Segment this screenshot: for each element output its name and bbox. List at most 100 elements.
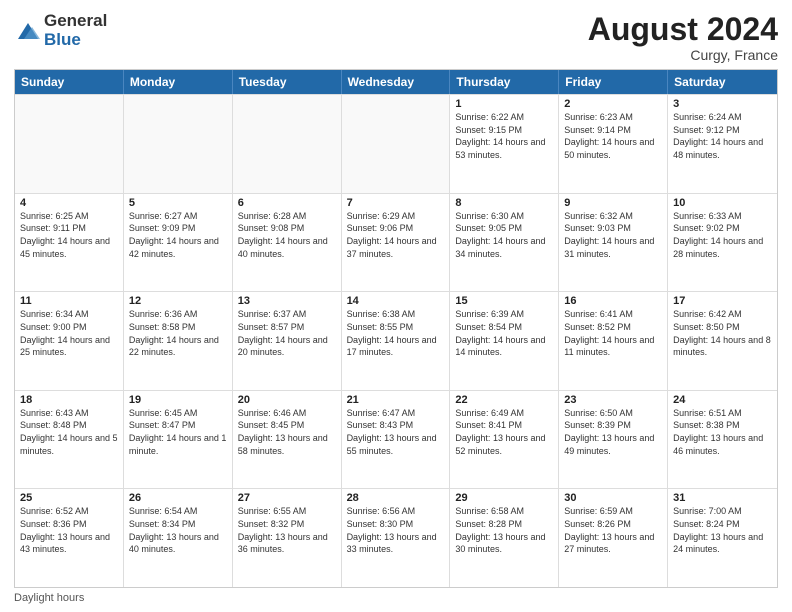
table-row: 20Sunrise: 6:46 AM Sunset: 8:45 PM Dayli… — [233, 391, 342, 489]
table-row: 29Sunrise: 6:58 AM Sunset: 8:28 PM Dayli… — [450, 489, 559, 587]
day-number: 20 — [238, 394, 336, 406]
table-row: 9Sunrise: 6:32 AM Sunset: 9:03 PM Daylig… — [559, 194, 668, 292]
table-row: 30Sunrise: 6:59 AM Sunset: 8:26 PM Dayli… — [559, 489, 668, 587]
day-number: 2 — [564, 98, 662, 110]
day-number: 6 — [238, 197, 336, 209]
page: General Blue August 2024 Curgy, France S… — [0, 0, 792, 612]
table-row: 28Sunrise: 6:56 AM Sunset: 8:30 PM Dayli… — [342, 489, 451, 587]
day-number: 13 — [238, 295, 336, 307]
header-saturday: Saturday — [668, 70, 777, 94]
day-info: Sunrise: 6:52 AM Sunset: 8:36 PM Dayligh… — [20, 505, 118, 555]
logo-icon — [14, 17, 42, 45]
calendar-week-5: 25Sunrise: 6:52 AM Sunset: 8:36 PM Dayli… — [15, 488, 777, 587]
day-number: 25 — [20, 492, 118, 504]
day-info: Sunrise: 6:30 AM Sunset: 9:05 PM Dayligh… — [455, 210, 553, 260]
day-info: Sunrise: 6:33 AM Sunset: 9:02 PM Dayligh… — [673, 210, 772, 260]
day-number: 27 — [238, 492, 336, 504]
day-info: Sunrise: 6:24 AM Sunset: 9:12 PM Dayligh… — [673, 111, 772, 161]
day-number: 3 — [673, 98, 772, 110]
logo-blue-text: Blue — [44, 31, 107, 50]
day-info: Sunrise: 6:27 AM Sunset: 9:09 PM Dayligh… — [129, 210, 227, 260]
day-number: 8 — [455, 197, 553, 209]
day-number: 21 — [347, 394, 445, 406]
day-number: 18 — [20, 394, 118, 406]
day-number: 16 — [564, 295, 662, 307]
table-row: 5Sunrise: 6:27 AM Sunset: 9:09 PM Daylig… — [124, 194, 233, 292]
table-row: 12Sunrise: 6:36 AM Sunset: 8:58 PM Dayli… — [124, 292, 233, 390]
day-number: 1 — [455, 98, 553, 110]
table-row: 3Sunrise: 6:24 AM Sunset: 9:12 PM Daylig… — [668, 95, 777, 193]
table-row: 21Sunrise: 6:47 AM Sunset: 8:43 PM Dayli… — [342, 391, 451, 489]
table-row: 27Sunrise: 6:55 AM Sunset: 8:32 PM Dayli… — [233, 489, 342, 587]
table-row: 16Sunrise: 6:41 AM Sunset: 8:52 PM Dayli… — [559, 292, 668, 390]
header-tuesday: Tuesday — [233, 70, 342, 94]
header-sunday: Sunday — [15, 70, 124, 94]
day-info: Sunrise: 6:49 AM Sunset: 8:41 PM Dayligh… — [455, 407, 553, 457]
table-row: 19Sunrise: 6:45 AM Sunset: 8:47 PM Dayli… — [124, 391, 233, 489]
day-info: Sunrise: 6:50 AM Sunset: 8:39 PM Dayligh… — [564, 407, 662, 457]
table-row: 8Sunrise: 6:30 AM Sunset: 9:05 PM Daylig… — [450, 194, 559, 292]
table-row — [15, 95, 124, 193]
calendar-week-3: 11Sunrise: 6:34 AM Sunset: 9:00 PM Dayli… — [15, 291, 777, 390]
day-number: 14 — [347, 295, 445, 307]
day-info: Sunrise: 6:54 AM Sunset: 8:34 PM Dayligh… — [129, 505, 227, 555]
day-number: 10 — [673, 197, 772, 209]
day-number: 4 — [20, 197, 118, 209]
day-info: Sunrise: 6:42 AM Sunset: 8:50 PM Dayligh… — [673, 308, 772, 358]
table-row: 23Sunrise: 6:50 AM Sunset: 8:39 PM Dayli… — [559, 391, 668, 489]
table-row: 4Sunrise: 6:25 AM Sunset: 9:11 PM Daylig… — [15, 194, 124, 292]
table-row — [124, 95, 233, 193]
day-info: Sunrise: 6:28 AM Sunset: 9:08 PM Dayligh… — [238, 210, 336, 260]
table-row: 1Sunrise: 6:22 AM Sunset: 9:15 PM Daylig… — [450, 95, 559, 193]
table-row: 10Sunrise: 6:33 AM Sunset: 9:02 PM Dayli… — [668, 194, 777, 292]
header-monday: Monday — [124, 70, 233, 94]
day-info: Sunrise: 6:47 AM Sunset: 8:43 PM Dayligh… — [347, 407, 445, 457]
table-row: 13Sunrise: 6:37 AM Sunset: 8:57 PM Dayli… — [233, 292, 342, 390]
day-info: Sunrise: 6:59 AM Sunset: 8:26 PM Dayligh… — [564, 505, 662, 555]
day-info: Sunrise: 6:34 AM Sunset: 9:00 PM Dayligh… — [20, 308, 118, 358]
table-row: 22Sunrise: 6:49 AM Sunset: 8:41 PM Dayli… — [450, 391, 559, 489]
header-friday: Friday — [559, 70, 668, 94]
day-number: 26 — [129, 492, 227, 504]
day-info: Sunrise: 6:23 AM Sunset: 9:14 PM Dayligh… — [564, 111, 662, 161]
table-row: 18Sunrise: 6:43 AM Sunset: 8:48 PM Dayli… — [15, 391, 124, 489]
day-info: Sunrise: 6:37 AM Sunset: 8:57 PM Dayligh… — [238, 308, 336, 358]
table-row: 6Sunrise: 6:28 AM Sunset: 9:08 PM Daylig… — [233, 194, 342, 292]
day-number: 31 — [673, 492, 772, 504]
day-info: Sunrise: 6:25 AM Sunset: 9:11 PM Dayligh… — [20, 210, 118, 260]
title-section: August 2024 Curgy, France — [588, 12, 778, 63]
calendar-week-2: 4Sunrise: 6:25 AM Sunset: 9:11 PM Daylig… — [15, 193, 777, 292]
table-row: 31Sunrise: 7:00 AM Sunset: 8:24 PM Dayli… — [668, 489, 777, 587]
day-number: 5 — [129, 197, 227, 209]
table-row: 26Sunrise: 6:54 AM Sunset: 8:34 PM Dayli… — [124, 489, 233, 587]
day-info: Sunrise: 6:41 AM Sunset: 8:52 PM Dayligh… — [564, 308, 662, 358]
day-number: 19 — [129, 394, 227, 406]
day-number: 15 — [455, 295, 553, 307]
day-number: 9 — [564, 197, 662, 209]
day-info: Sunrise: 6:39 AM Sunset: 8:54 PM Dayligh… — [455, 308, 553, 358]
day-info: Sunrise: 6:51 AM Sunset: 8:38 PM Dayligh… — [673, 407, 772, 457]
table-row: 17Sunrise: 6:42 AM Sunset: 8:50 PM Dayli… — [668, 292, 777, 390]
location: Curgy, France — [588, 47, 778, 63]
header-thursday: Thursday — [450, 70, 559, 94]
logo: General Blue — [14, 12, 107, 49]
day-number: 11 — [20, 295, 118, 307]
day-info: Sunrise: 6:46 AM Sunset: 8:45 PM Dayligh… — [238, 407, 336, 457]
day-number: 23 — [564, 394, 662, 406]
footer-note: Daylight hours — [14, 592, 778, 604]
day-info: Sunrise: 6:32 AM Sunset: 9:03 PM Dayligh… — [564, 210, 662, 260]
calendar-week-1: 1Sunrise: 6:22 AM Sunset: 9:15 PM Daylig… — [15, 94, 777, 193]
table-row — [233, 95, 342, 193]
logo-text: General Blue — [44, 12, 107, 49]
day-number: 17 — [673, 295, 772, 307]
calendar: Sunday Monday Tuesday Wednesday Thursday… — [14, 69, 778, 588]
day-number: 24 — [673, 394, 772, 406]
calendar-week-4: 18Sunrise: 6:43 AM Sunset: 8:48 PM Dayli… — [15, 390, 777, 489]
day-info: Sunrise: 6:56 AM Sunset: 8:30 PM Dayligh… — [347, 505, 445, 555]
table-row: 24Sunrise: 6:51 AM Sunset: 8:38 PM Dayli… — [668, 391, 777, 489]
month-title: August 2024 — [588, 12, 778, 47]
table-row: 11Sunrise: 6:34 AM Sunset: 9:00 PM Dayli… — [15, 292, 124, 390]
calendar-body: 1Sunrise: 6:22 AM Sunset: 9:15 PM Daylig… — [15, 94, 777, 587]
table-row: 25Sunrise: 6:52 AM Sunset: 8:36 PM Dayli… — [15, 489, 124, 587]
day-number: 29 — [455, 492, 553, 504]
